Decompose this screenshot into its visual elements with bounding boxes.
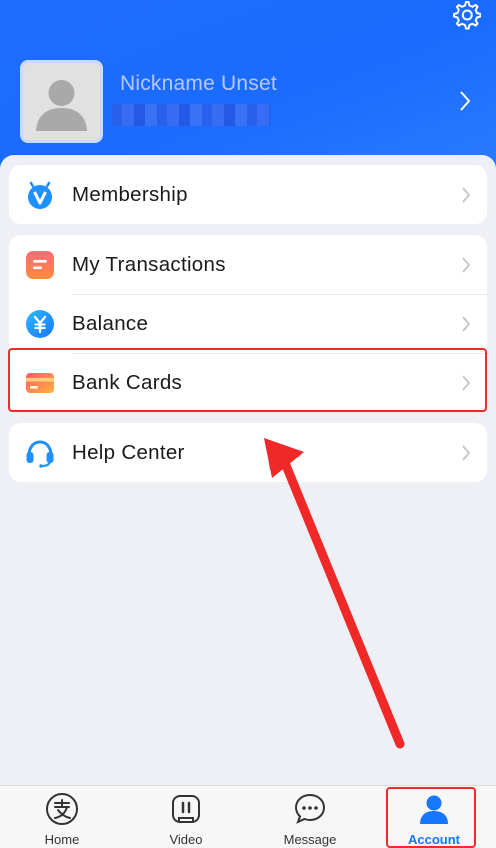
video-icon [172,795,200,823]
menu-label-transactions: My Transactions [72,252,226,276]
chevron-right-icon [462,257,471,273]
tab-label-video: Video [169,832,203,847]
menu-label-membership: Membership [72,182,188,206]
tab-account[interactable]: Account [372,786,496,848]
default-avatar-icon [36,80,87,131]
masked-account-id [112,104,270,126]
avatar[interactable] [20,60,103,143]
menu-item-membership[interactable]: Membership [9,165,487,224]
chevron-right-icon [462,445,471,461]
menu-item-help-center[interactable]: Help Center [9,423,487,482]
menu-label-balance: Balance [72,311,149,335]
chevron-right-icon [462,316,471,332]
tab-message[interactable]: Message [248,786,372,848]
transactions-icon [26,251,54,279]
alipay-icon [46,793,78,825]
headset-icon [26,440,54,468]
tab-home[interactable]: Home [0,786,124,848]
bottom-tab-bar: Home Video Message Account [0,785,496,848]
help-card: Help Center [9,423,487,482]
message-icon [294,793,326,824]
membership-v-icon [28,181,52,209]
tab-video[interactable]: Video [124,786,248,848]
settings-gear-icon[interactable] [451,0,481,30]
account-icon [420,795,448,824]
tab-label-home: Home [44,832,80,847]
account-content: Membership My Transactions Balance Bank … [0,155,496,785]
chevron-right-icon [462,375,471,391]
finance-card: My Transactions Balance Bank Cards [9,235,487,412]
tab-label-message: Message [283,832,337,847]
menu-label-help-center: Help Center [72,440,185,464]
membership-card: Membership [9,165,487,224]
menu-label-bank-cards: Bank Cards [72,370,183,394]
chevron-right-icon [462,187,471,203]
nickname-label[interactable]: Nickname Unset [120,72,277,96]
profile-header[interactable]: Nickname Unset [0,0,496,175]
menu-item-transactions[interactable]: My Transactions [9,235,487,294]
bank-card-icon [26,373,54,393]
menu-item-balance[interactable]: Balance [9,294,487,353]
chevron-right-icon[interactable] [458,90,472,112]
menu-item-bank-cards[interactable]: Bank Cards [9,353,487,412]
tab-label-account: Account [408,832,460,847]
balance-yuan-icon [26,310,54,338]
